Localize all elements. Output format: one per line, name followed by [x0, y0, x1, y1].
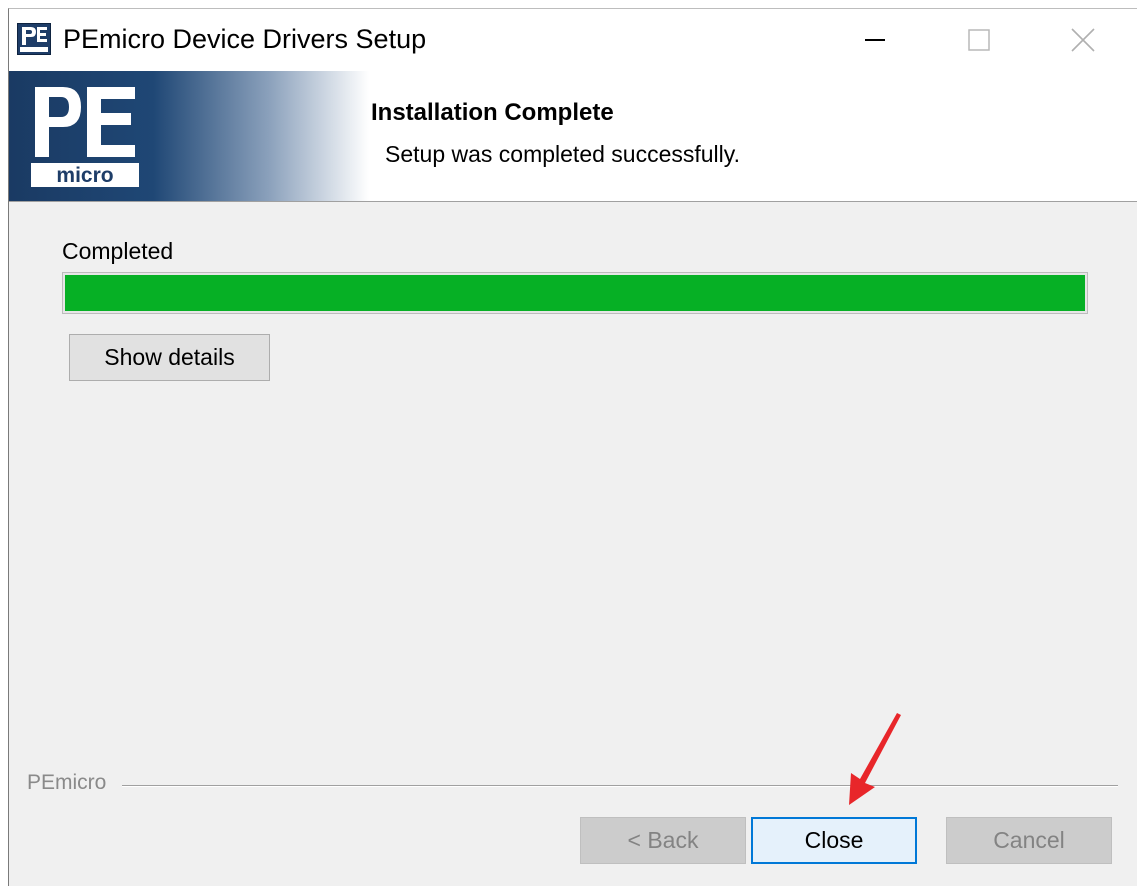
banner-subtitle: Setup was completed successfully. [385, 141, 740, 167]
title-bar: PEmicro Device Drivers Setup [9, 9, 1137, 71]
cancel-button[interactable]: Cancel [946, 817, 1112, 864]
svg-text:micro: micro [56, 164, 113, 187]
window-close-button[interactable] [1031, 9, 1135, 71]
header-banner: micro Installation Complete Setup was co… [9, 71, 1137, 202]
progress-bar [62, 272, 1088, 314]
show-details-button[interactable]: Show details [69, 334, 270, 381]
footer-divider [122, 785, 1118, 787]
pemicro-logo: micro [31, 87, 139, 187]
progress-fill [65, 275, 1085, 311]
close-icon [1071, 28, 1095, 52]
maximize-button[interactable] [927, 9, 1031, 71]
setup-window: PEmicro Device Drivers Setup micro Insta… [8, 8, 1137, 886]
footer-brand: PEmicro [27, 771, 107, 794]
close-button[interactable]: Close [751, 817, 917, 864]
back-button[interactable]: < Back [580, 817, 746, 864]
progress-label: Completed [62, 238, 174, 264]
banner-title: Installation Complete [371, 99, 614, 126]
pemicro-app-icon[interactable] [17, 23, 51, 55]
maximize-icon [968, 29, 990, 51]
red-arrow-icon [849, 713, 901, 805]
window-title: PEmicro Device Drivers Setup [63, 24, 427, 54]
minimize-button[interactable] [823, 9, 927, 71]
minimize-icon [865, 39, 885, 41]
